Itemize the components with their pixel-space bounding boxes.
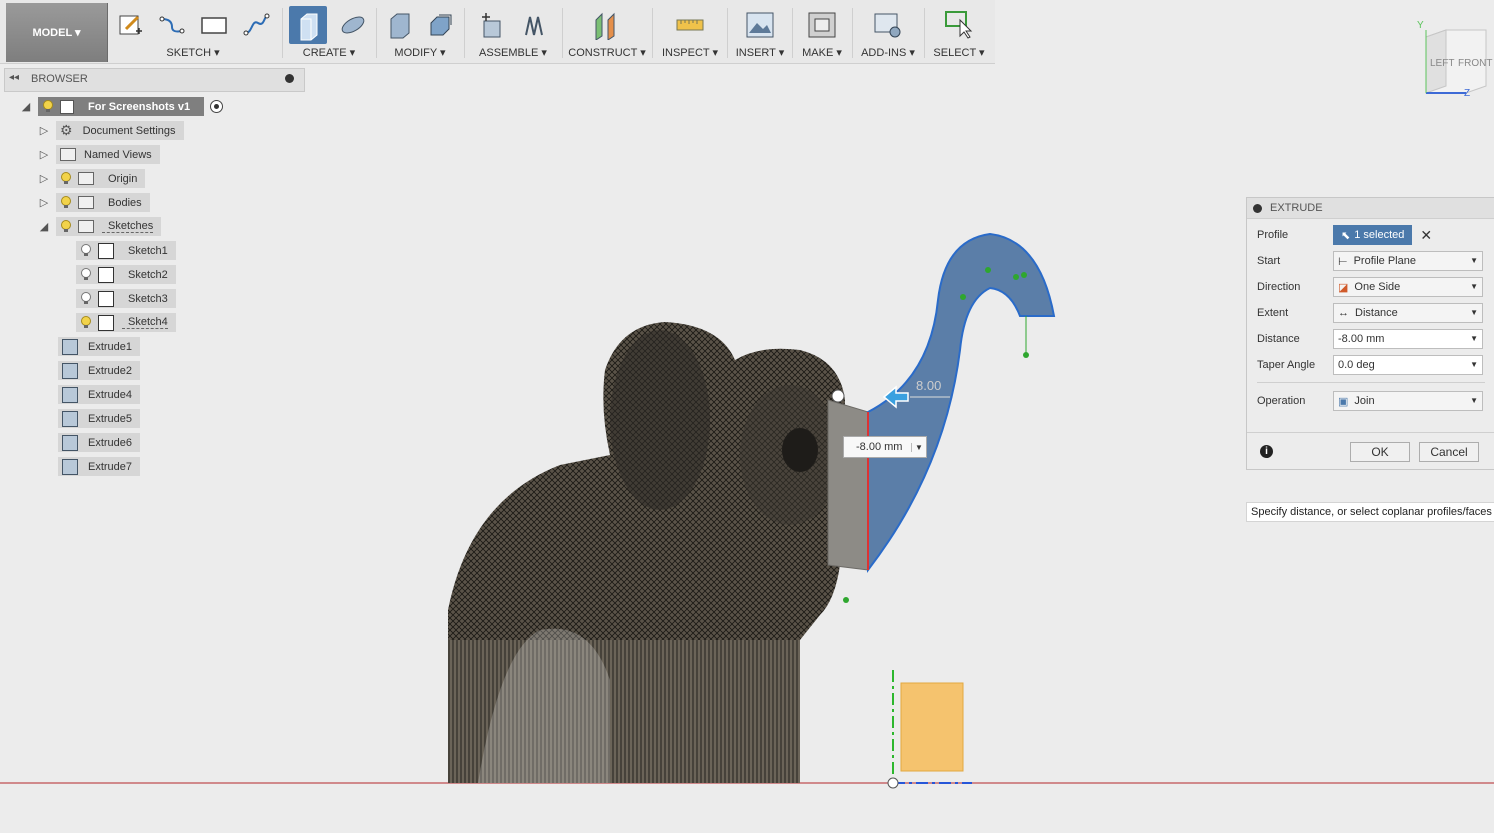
divider (1247, 432, 1494, 433)
viewcube-z-label: Z (1464, 88, 1470, 99)
direction-value: One Side (1354, 281, 1401, 293)
ok-button[interactable]: OK (1350, 442, 1410, 462)
operation-row: Operation ▣ Join ▼ (1257, 390, 1485, 412)
extrude-dialog-header[interactable]: EXTRUDE (1247, 198, 1494, 219)
direction-row: Direction ◪ One Side ▼ (1257, 276, 1485, 298)
distance-label: Distance (1257, 333, 1300, 345)
clear-selection-icon[interactable]: ✕ (1420, 227, 1432, 244)
extent-label: Extent (1257, 307, 1289, 319)
start-dropdown[interactable]: ⊢ Profile Plane ▼ (1333, 251, 1483, 271)
direction-dropdown[interactable]: ◪ One Side ▼ (1333, 277, 1483, 297)
profile-selection-value: 1 selected (1354, 229, 1405, 241)
viewcube-left-label[interactable]: LEFT (1430, 58, 1454, 69)
taper-value: 0.0 deg (1338, 359, 1375, 371)
info-icon[interactable]: i (1260, 445, 1273, 458)
viewcube[interactable]: LEFT FRONT Y Z (1417, 20, 1492, 99)
cancel-button[interactable]: Cancel (1419, 442, 1479, 462)
chevron-down-icon[interactable]: ▼ (1470, 360, 1478, 369)
distance-overlay-value[interactable]: -8.00 mm (844, 441, 911, 453)
sketch-profile-rect[interactable] (900, 682, 964, 772)
prompt-tooltip: Specify distance, or select coplanar pro… (1246, 502, 1494, 522)
collapse-icon[interactable] (1253, 203, 1262, 213)
origin-point-icon[interactable] (887, 777, 899, 789)
manipulator-handle-icon[interactable] (831, 389, 845, 403)
operation-dropdown[interactable]: ▣ Join ▼ (1333, 391, 1483, 411)
chevron-down-icon: ▼ (1470, 396, 1478, 405)
distance-input-overlay[interactable]: -8.00 mm ▼ (843, 436, 927, 458)
elephant-mesh-body[interactable] (448, 322, 845, 783)
dimension-label: 8.00 (916, 378, 941, 393)
profile-plane-icon: ⊢ (1338, 255, 1348, 268)
cursor-icon: ⬉ (1341, 229, 1351, 242)
extent-row: Extent ↔ Distance ▼ (1257, 302, 1485, 324)
distance-value: -8.00 mm (1338, 333, 1385, 345)
viewcube-y-label: Y (1417, 20, 1424, 31)
chevron-down-icon: ▼ (1470, 282, 1478, 291)
direction-label: Direction (1257, 281, 1301, 293)
start-value: Profile Plane (1353, 255, 1416, 267)
start-label: Start (1257, 255, 1281, 267)
profile-row: Profile ⬉ 1 selected ✕ (1257, 224, 1485, 246)
distance-input[interactable]: -8.00 mm ▼ (1333, 329, 1483, 349)
chevron-down-icon: ▼ (1470, 308, 1478, 317)
profile-label: Profile (1257, 229, 1289, 241)
chevron-down-icon[interactable]: ▼ (911, 442, 926, 452)
chevron-down-icon: ▼ (1470, 256, 1478, 265)
taper-label: Taper Angle (1257, 359, 1316, 371)
start-row: Start ⊢ Profile Plane ▼ (1257, 250, 1485, 272)
extent-dropdown[interactable]: ↔ Distance ▼ (1333, 303, 1483, 323)
one-side-icon: ◪ (1338, 281, 1349, 294)
extent-value: Distance (1355, 307, 1398, 319)
extrude-dialog-title: EXTRUDE (1270, 202, 1323, 214)
distance-row: Distance -8.00 mm ▼ (1257, 328, 1485, 350)
extrude-dialog: EXTRUDE Profile ⬉ 1 selected ✕ Start ⊢ Pro… (1246, 197, 1494, 470)
operation-label: Operation (1257, 395, 1306, 407)
trunk-extrude-preview[interactable] (827, 232, 1056, 603)
operation-value: Join (1354, 395, 1375, 407)
distance-icon: ↔ (1338, 307, 1349, 319)
chevron-down-icon[interactable]: ▼ (1470, 334, 1478, 343)
taper-row: Taper Angle 0.0 deg ▼ (1257, 354, 1485, 376)
join-icon: ▣ (1338, 395, 1349, 408)
taper-angle-input[interactable]: 0.0 deg ▼ (1333, 355, 1483, 375)
profile-selection-button[interactable]: ⬉ 1 selected (1333, 225, 1413, 245)
viewcube-front-label[interactable]: FRONT (1458, 58, 1492, 69)
divider (1257, 382, 1485, 383)
